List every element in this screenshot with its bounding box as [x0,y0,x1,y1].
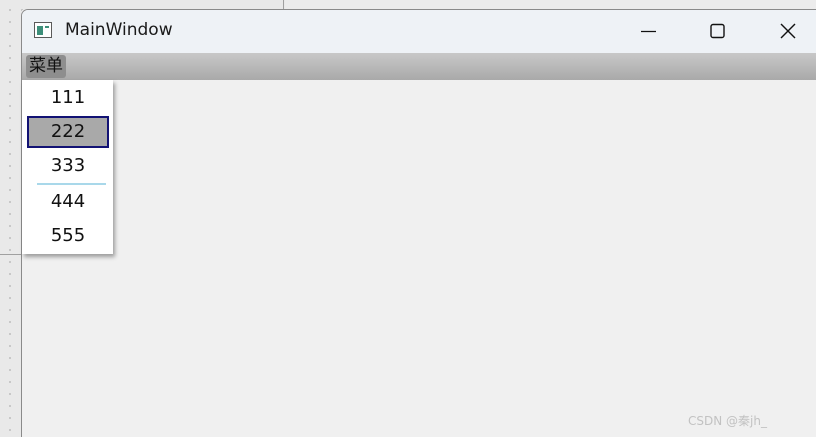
designer-canvas-background [0,0,22,437]
menu-separator [37,183,106,185]
dropdown-menu: 111 222 333 444 555 [22,80,113,254]
menu-item-222[interactable]: 222 [27,116,109,148]
menu-bar: 菜单 [22,53,816,80]
close-icon [780,23,796,39]
menu-item-111[interactable]: 111 [27,82,109,114]
watermark-text: CSDN @秦jh_ [688,414,767,428]
window-title: MainWindow [65,20,173,40]
app-window-icon [34,22,52,38]
app-icon-pane [37,26,43,35]
canvas-divider-horizontal [0,254,22,255]
maximize-button[interactable] [682,10,752,53]
maximize-icon [710,23,725,39]
main-window: MainWindow 菜单 [21,9,816,437]
menu-item-333[interactable]: 333 [27,150,109,182]
menu-item-444[interactable]: 444 [27,186,109,218]
menu-item-555[interactable]: 555 [27,220,109,252]
app-icon-bar [45,26,49,28]
minimize-icon [641,30,656,33]
central-widget [22,80,816,437]
close-button[interactable] [752,10,816,53]
minimize-button[interactable] [614,10,684,53]
title-bar[interactable]: MainWindow [22,10,816,53]
menu-title-button[interactable]: 菜单 [26,55,66,78]
